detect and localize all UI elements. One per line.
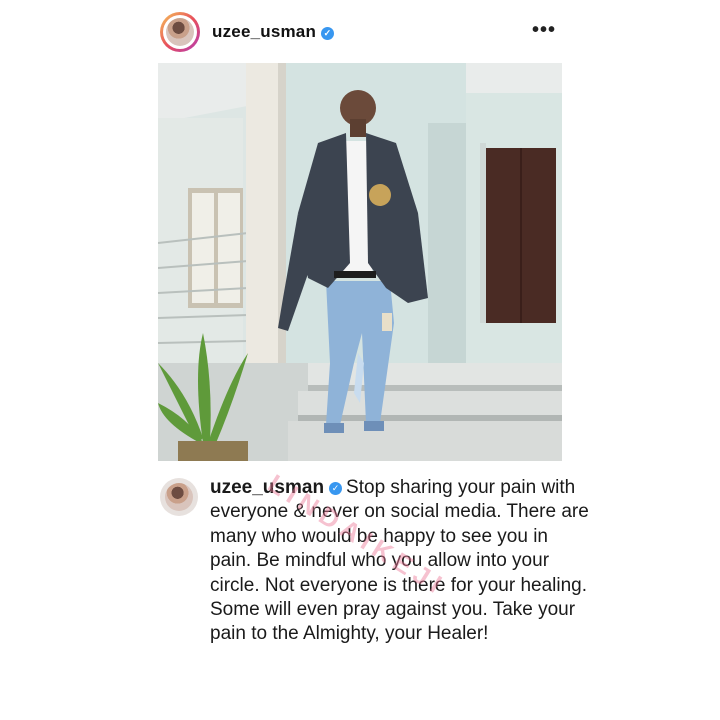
avatar-image bbox=[165, 483, 193, 511]
verified-badge-icon: ✓ bbox=[321, 27, 335, 40]
profile-avatar[interactable] bbox=[160, 12, 200, 52]
post-header: uzee_usman ✓ ••• bbox=[160, 10, 560, 54]
caption-avatar[interactable] bbox=[160, 478, 198, 516]
avatar-image bbox=[166, 18, 194, 46]
verified-badge-icon: ✓ bbox=[329, 482, 343, 495]
caption-text: uzee_usman ✓ Stop sharing your pain with e… bbox=[210, 476, 590, 647]
post-photo-image bbox=[158, 63, 562, 461]
caption-body: Stop sharing your pain with everyone & n… bbox=[210, 477, 589, 645]
caption-username[interactable]: uzee_usman bbox=[210, 477, 324, 498]
post-photo[interactable] bbox=[158, 63, 562, 461]
post-username[interactable]: uzee_usman ✓ bbox=[212, 22, 335, 42]
more-options-icon[interactable]: ••• bbox=[532, 19, 556, 42]
